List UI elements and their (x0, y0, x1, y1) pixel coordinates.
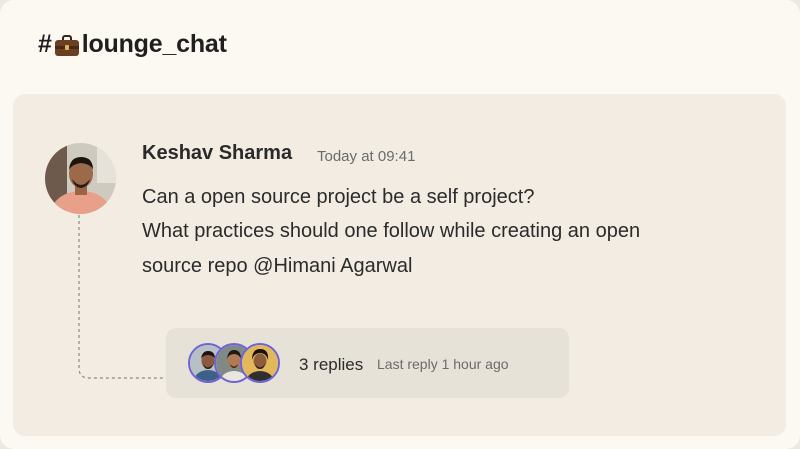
message-timestamp: Today at 09:41 (317, 148, 416, 165)
reply-count[interactable]: 3 replies (299, 355, 363, 375)
last-reply-time: Last reply 1 hour ago (377, 356, 509, 372)
message-text-line: source repo @Himani Agarwal (142, 255, 413, 277)
message-text-line: Can a open source project be a self proj… (142, 186, 535, 208)
message-author[interactable]: Keshav Sharma (142, 142, 292, 165)
user-avatar-icon (242, 345, 278, 381)
chat-window: # lounge_chat Keshav Sharma Today at 09:… (0, 0, 800, 449)
avatar[interactable] (45, 143, 116, 214)
reply-avatar (240, 343, 280, 383)
user-avatar-icon (45, 143, 116, 214)
message-text-line: What practices should one follow while c… (142, 220, 641, 242)
